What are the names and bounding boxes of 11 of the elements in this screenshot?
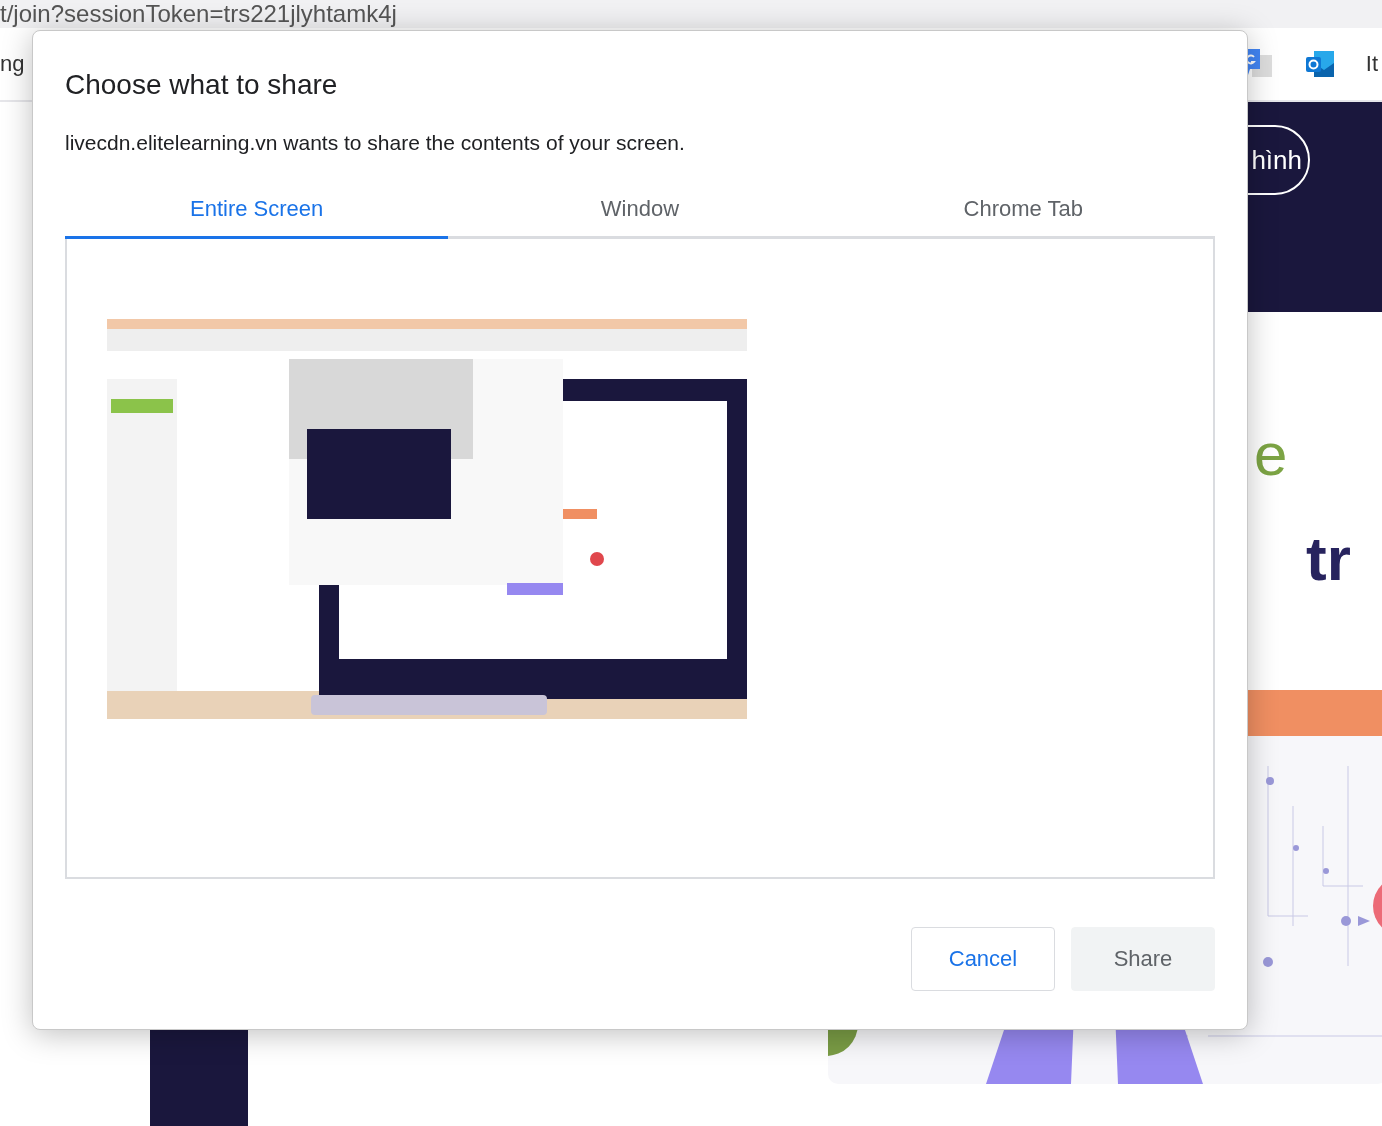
tab[interactable]: Window <box>448 186 832 239</box>
toolbar-text: ng <box>0 51 25 77</box>
tab[interactable]: Chrome Tab <box>831 186 1215 239</box>
mail-icon[interactable] <box>1303 49 1334 79</box>
dialog-title: Choose what to share <box>65 68 339 102</box>
tab[interactable]: Entire Screen <box>65 186 449 239</box>
heading-text: e <box>1254 420 1288 490</box>
heading-text: tr <box>1306 524 1351 594</box>
cancel-button[interactable]: Cancel <box>911 927 1055 991</box>
dialog-message: livecdn.elitelearning.vn wants to share the contents of your screen. <box>65 130 686 156</box>
bookmark-text[interactable]: It <box>1365 51 1378 77</box>
